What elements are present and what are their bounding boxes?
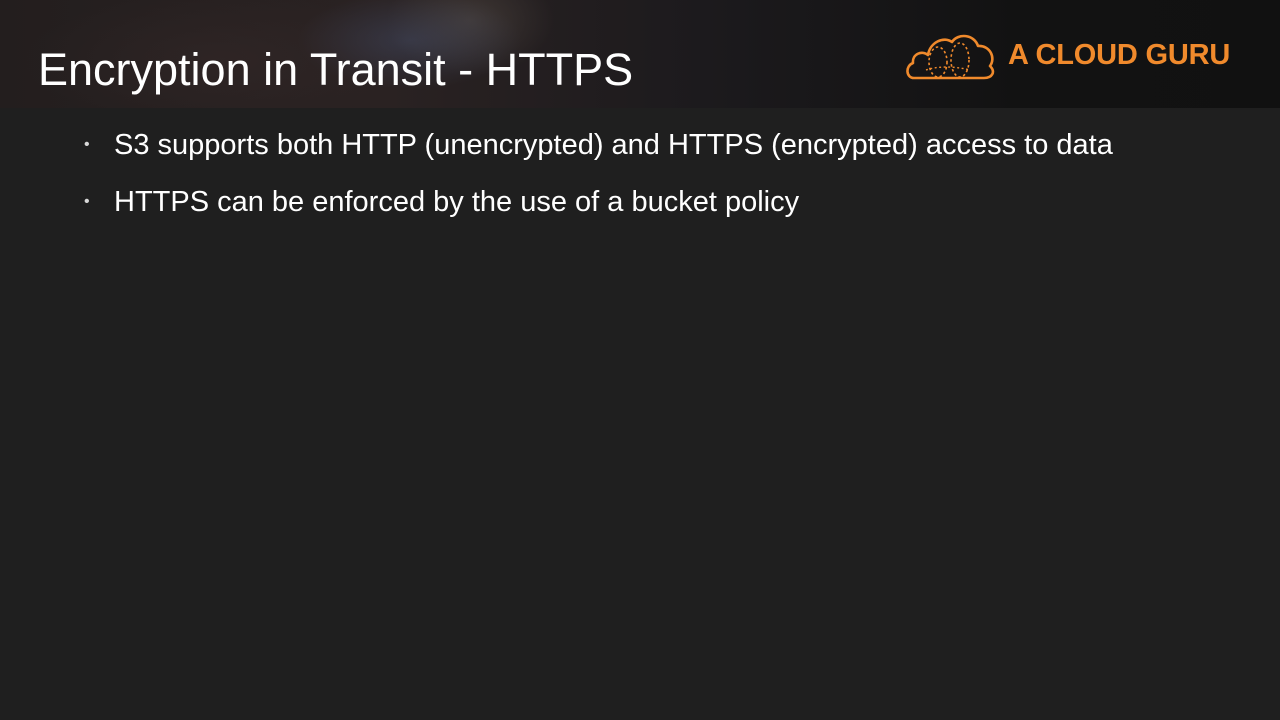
bullet-text: S3 supports both HTTP (unencrypted) and … [114,129,1113,161]
bullet-marker: • [84,136,90,153]
bullet-item: • HTTPS can be enforced by the use of a … [84,183,1174,221]
a-cloud-guru-logo: A CLOUD GURU [904,30,1244,82]
cloud-icon [906,34,995,80]
bullet-marker: • [84,193,90,210]
logo-text: A CLOUD GURU [1008,39,1231,71]
slide-header: Encryption in Transit - HTTPS A CLOUD GU… [0,0,1280,108]
slide-title: Encryption in Transit - HTTPS [38,44,634,95]
slide: Encryption in Transit - HTTPS A CLOUD GU… [0,0,1280,720]
bullet-item: • S3 supports both HTTP (unencrypted) an… [84,126,1174,164]
bullet-text: HTTPS can be enforced by the use of a bu… [114,186,800,218]
bullet-list: • S3 supports both HTTP (unencrypted) an… [84,126,1174,240]
